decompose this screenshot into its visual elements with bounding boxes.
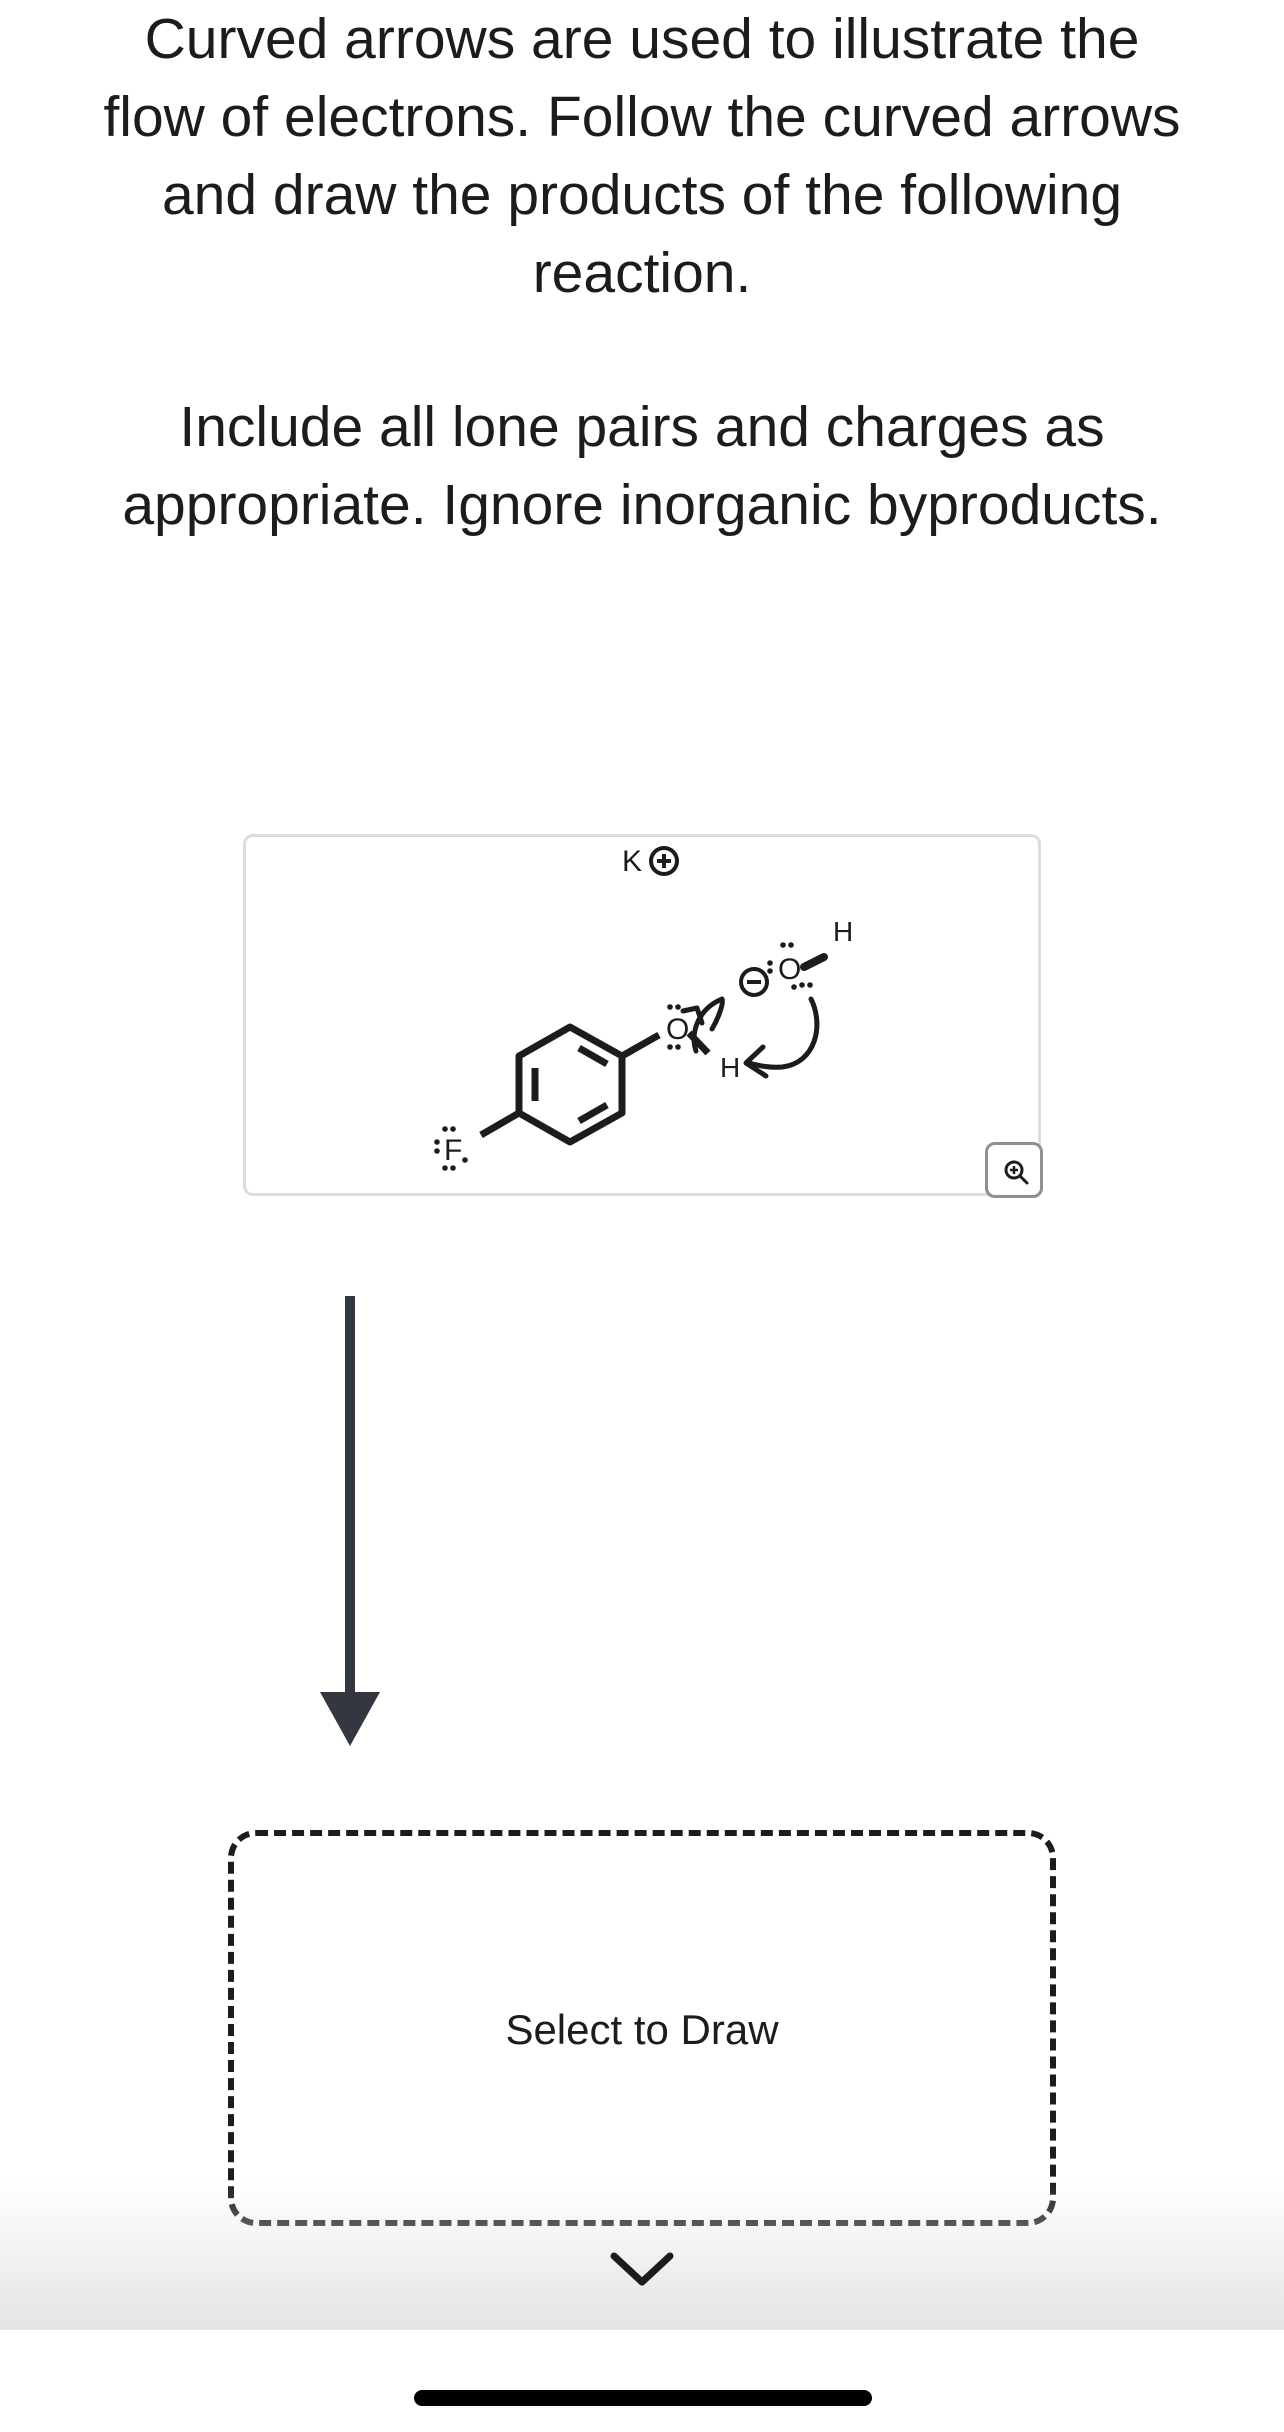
positive-charge-icon: [649, 846, 679, 876]
select-to-draw-area[interactable]: Select to Draw: [228, 1830, 1056, 2226]
question-text: Curved arrows are used to illustrate the…: [103, 7, 1181, 305]
reactant-figure: K F O H O H: [243, 834, 1043, 1198]
curved-arrow-hydroxide-to-hydrogen: [743, 996, 820, 1079]
hydroxide-oh-bond: [800, 953, 828, 971]
chevron-down-icon[interactable]: [608, 2250, 676, 2290]
benzene-ring: [479, 1023, 661, 1146]
reactant-structure: K F O H O H: [434, 845, 853, 1171]
zoom-in-icon: [1004, 1160, 1029, 1185]
negative-charge-icon: [739, 967, 769, 997]
phenol-hydrogen-label: H: [720, 1052, 740, 1083]
potassium-label: K: [622, 845, 642, 878]
hydroxide-oxygen-label: O: [778, 953, 801, 986]
select-to-draw-label: Select to Draw: [505, 2006, 779, 2053]
home-indicator[interactable]: [414, 2390, 872, 2406]
phenol-oxygen-label: O: [666, 1013, 689, 1046]
fluorine-label: F: [444, 1134, 462, 1167]
zoom-button[interactable]: [985, 1142, 1043, 1198]
instructions-text: Include all lone pairs and charges as ap…: [122, 395, 1162, 537]
down-arrow-icon: [320, 1296, 380, 1746]
hydroxide-hydrogen-label: H: [833, 916, 853, 947]
